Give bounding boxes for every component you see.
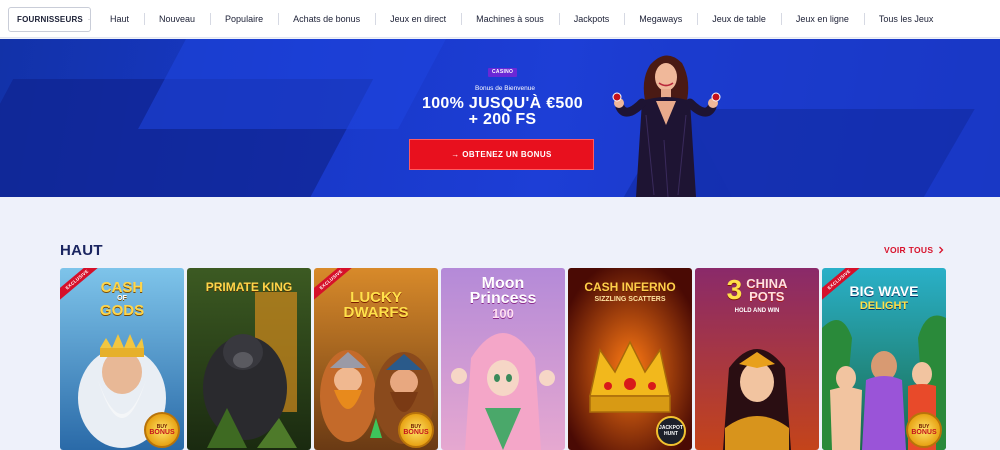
- game-title: CASH OF GODS: [99, 279, 145, 319]
- chevron-down-icon: [88, 19, 90, 21]
- see-all-link[interactable]: VOIR TOUS: [884, 245, 944, 255]
- game-tile-big-wave-delight[interactable]: EXCLUSIVE BIG WAVE DELIGHT BUY BONUS: [822, 268, 946, 450]
- buy-bonus-badge: BUY BONUS: [906, 412, 942, 448]
- providers-dropdown[interactable]: FOURNISSEURS: [8, 7, 91, 32]
- section-title: HAUT: [60, 242, 103, 259]
- nav-item-jeux-de-table[interactable]: Jeux de table: [697, 0, 781, 38]
- game-subtitle: HOLD AND WIN: [734, 308, 780, 314]
- nav-item-populaire[interactable]: Populaire: [210, 0, 278, 38]
- game-tile-cash-inferno[interactable]: CASH INFERNO SIZZLING SCATTERS JACKPOT HU…: [568, 268, 692, 450]
- nav-item-jeux-en-ligne[interactable]: Jeux en ligne: [780, 0, 864, 38]
- nav-item-nouveau[interactable]: Nouveau: [144, 0, 210, 38]
- welcome-bonus-label: Bonus de Bienvenue: [475, 85, 535, 92]
- casino-badge: CASINO: [488, 68, 518, 77]
- buy-bonus-badge: BUY BONUS: [144, 412, 180, 448]
- game-tile-moon-princess-100[interactable]: Moon Princess 100: [441, 268, 565, 450]
- game-title: BIG WAVE DELIGHT: [849, 283, 919, 313]
- nav-item-haut[interactable]: Haut: [95, 0, 144, 38]
- nav-item-tous-les-jeux[interactable]: Tous les Jeux: [863, 0, 949, 38]
- game-title: PRIMATE KING: [205, 280, 293, 294]
- game-tile-cash-of-gods[interactable]: EXCLUSIVE CASH OF GODS BUY BONUS: [60, 268, 184, 450]
- game-subtitle: SIZZLING SCATTERS: [594, 296, 666, 303]
- game-title: 3 CHINA POTS: [726, 274, 788, 305]
- nav-item-achats-de-bonus[interactable]: Achats de bonus: [278, 0, 375, 38]
- game-tile-primate-king[interactable]: PRIMATE KING: [187, 268, 311, 450]
- nav-item-jeux-en-direct[interactable]: Jeux en direct: [375, 0, 461, 38]
- welcome-bonus-banner: CASINO Bonus de Bienvenue 100% JUSQU'À €…: [0, 39, 1000, 197]
- hostess-illustration: [612, 55, 721, 197]
- game-title: Moon Princess 100: [469, 275, 537, 322]
- game-tile-3-china-pots[interactable]: 3 CHINA POTS HOLD AND WIN: [695, 268, 819, 450]
- game-grid: EXCLUSIVE CASH OF GODS BUY BONUS PRIMATE…: [60, 268, 946, 450]
- buy-bonus-badge: BUY BONUS: [398, 412, 434, 448]
- jackpot-hunt-badge: JACKPOT HUNT: [656, 416, 686, 446]
- see-all-label: VOIR TOUS: [884, 245, 934, 255]
- game-title: CASH INFERNO: [584, 280, 676, 294]
- nav-item-machines-a-sous[interactable]: Machines à sous: [461, 0, 559, 38]
- game-title: LUCKY DWARFS: [343, 289, 409, 321]
- primate-king-artwork: [187, 268, 311, 450]
- top-navigation: FOURNISSEURS Haut Nouveau Populaire Acha…: [0, 0, 1000, 38]
- providers-label: FOURNISSEURS: [17, 15, 83, 24]
- nav-item-jackpots[interactable]: Jackpots: [558, 0, 625, 38]
- chevron-right-icon: [939, 246, 944, 254]
- nav-item-megaways[interactable]: Megaways: [624, 0, 697, 38]
- game-tile-lucky-dwarfs[interactable]: EXCLUSIVE LUCKY DWARFS BUY BONUS: [314, 268, 438, 450]
- bonus-headline-line2: + 200 FS: [468, 111, 537, 128]
- category-menu: Haut Nouveau Populaire Achats de bonus J…: [95, 0, 1000, 38]
- get-bonus-button[interactable]: → OBTENEZ UN BONUS: [409, 139, 594, 170]
- bonus-headline-line1: 100% JUSQU'À €500: [422, 95, 583, 112]
- bonus-headline: 100% JUSQU'À €500 + 200 FS: [400, 96, 605, 128]
